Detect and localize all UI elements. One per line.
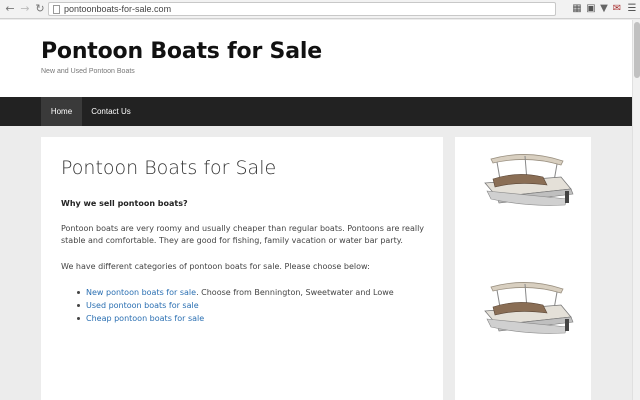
list-item: Used pontoon boats for sale	[77, 299, 394, 312]
main-navigation: Home Contact Us	[0, 97, 632, 126]
mail-extension-icon[interactable]: ✉	[611, 3, 623, 15]
list-item: New pontoon boats for sale. Choose from …	[77, 286, 394, 299]
nav-item-contact-us[interactable]: Contact Us	[82, 97, 140, 126]
bullet-icon	[77, 317, 80, 320]
address-bar[interactable]: pontoonboats-for-sale.com	[48, 2, 556, 16]
nav-item-home[interactable]: Home	[41, 97, 82, 126]
categories-paragraph: We have different categories of pontoon …	[61, 262, 370, 271]
back-arrow-icon[interactable]: ←	[3, 2, 17, 16]
site-tagline: New and Used Pontoon Boats	[41, 68, 135, 75]
site-header: Pontoon Boats for Sale New and Used Pont…	[0, 20, 632, 97]
bullet-icon	[77, 304, 80, 307]
list-item-text: . Choose from Bennington, Sweetwater and…	[196, 288, 394, 297]
address-bar-url[interactable]: pontoonboats-for-sale.com	[64, 3, 171, 15]
list-item: Cheap pontoon boats for sale	[77, 312, 394, 325]
bullet-icon	[77, 291, 80, 294]
category-list: New pontoon boats for sale. Choose from …	[77, 286, 394, 325]
browser-toolbar: ← → ↻ pontoonboats-for-sale.com ▦ ▣ ▼ ✉ …	[0, 0, 640, 19]
page-icon	[53, 5, 60, 14]
extension-icon[interactable]: ▣	[585, 3, 597, 15]
forward-arrow-icon[interactable]: →	[18, 2, 32, 16]
reload-icon[interactable]: ↻	[33, 2, 47, 16]
cheap-pontoon-boats-link[interactable]: Cheap pontoon boats for sale	[86, 314, 204, 323]
new-pontoon-boats-link[interactable]: New pontoon boats for sale	[86, 288, 196, 297]
page-title: Pontoon Boats for Sale	[61, 157, 277, 179]
pontoon-boat-image[interactable]	[477, 275, 577, 343]
translate-icon[interactable]: ▦	[571, 3, 583, 15]
main-content: Pontoon Boats for Sale Why we sell ponto…	[41, 137, 443, 400]
intro-paragraph: Pontoon boats are very roomy and usually…	[61, 224, 425, 245]
scrollbar-thumb[interactable]	[634, 22, 640, 78]
used-pontoon-boats-link[interactable]: Used pontoon boats for sale	[86, 301, 199, 310]
site-title[interactable]: Pontoon Boats for Sale	[41, 39, 322, 64]
pocket-icon[interactable]: ▼	[598, 3, 610, 15]
vertical-scrollbar[interactable]	[632, 20, 640, 400]
pontoon-boat-image[interactable]	[477, 147, 577, 215]
menu-icon[interactable]: ☰	[626, 3, 638, 15]
section-heading: Why we sell pontoon boats?	[61, 199, 188, 208]
sidebar	[455, 137, 591, 400]
